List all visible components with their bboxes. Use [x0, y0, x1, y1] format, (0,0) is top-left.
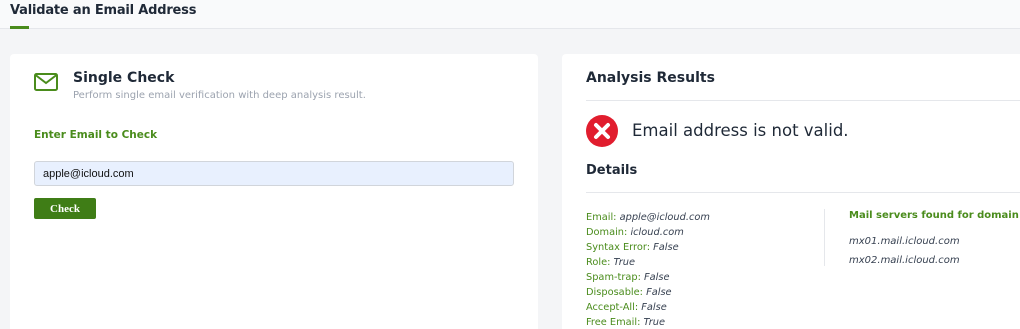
divider: [586, 192, 1020, 193]
detail-value: True: [613, 257, 636, 268]
detail-row-free-email: Free Email: True: [586, 315, 816, 329]
single-check-card: Single Check Perform single email verifi…: [10, 54, 538, 329]
details-list: Email: apple@icloud.com Domain: icloud.c…: [586, 210, 816, 329]
mail-icon: [34, 73, 58, 91]
detail-value: False: [641, 302, 667, 313]
detail-label: Syntax Error:: [586, 242, 650, 253]
detail-value: False: [644, 272, 670, 283]
detail-label: Spam-trap:: [586, 272, 641, 283]
divider: [586, 100, 1020, 101]
email-input[interactable]: [34, 161, 514, 186]
detail-value: True: [643, 317, 666, 328]
detail-row-accept-all: Accept-All: False: [586, 300, 816, 315]
analysis-results-card: Analysis Results Email address is not va…: [562, 54, 1020, 329]
email-input-label: Enter Email to Check: [34, 129, 158, 141]
detail-label: Disposable:: [586, 287, 643, 298]
mail-server-item: mx01.mail.icloud.com: [849, 236, 960, 247]
detail-row-email: Email: apple@icloud.com: [586, 210, 816, 225]
single-check-title: Single Check: [73, 70, 175, 86]
detail-value: False: [646, 287, 672, 298]
detail-label: Role:: [586, 257, 611, 268]
page-title: Validate an Email Address: [10, 3, 197, 18]
top-bar: Validate an Email Address: [0, 0, 1020, 29]
detail-value: False: [653, 242, 679, 253]
detail-label: Domain:: [586, 227, 628, 238]
detail-label: Accept-All:: [586, 302, 639, 313]
analysis-results-title: Analysis Results: [586, 70, 715, 86]
details-title: Details: [586, 163, 638, 178]
title-underline: [10, 26, 29, 29]
single-check-subtitle: Perform single email verification with d…: [73, 90, 366, 101]
error-x-icon: [586, 115, 618, 147]
detail-row-role: Role: True: [586, 255, 816, 270]
mail-servers-title: Mail servers found for domain:: [849, 210, 1020, 221]
mail-server-item: mx02.mail.icloud.com: [849, 255, 960, 266]
detail-row-disposable: Disposable: False: [586, 285, 816, 300]
vertical-divider: [824, 209, 825, 266]
validation-status-text: Email address is not valid.: [632, 121, 849, 140]
detail-value: apple@icloud.com: [619, 212, 710, 223]
detail-label: Email:: [586, 212, 617, 223]
detail-value: icloud.com: [630, 227, 684, 238]
detail-row-syntax-error: Syntax Error: False: [586, 240, 816, 255]
detail-row-domain: Domain: icloud.com: [586, 225, 816, 240]
detail-label: Free Email:: [586, 317, 641, 328]
check-button[interactable]: Check: [34, 198, 96, 219]
detail-row-spam-trap: Spam-trap: False: [586, 270, 816, 285]
